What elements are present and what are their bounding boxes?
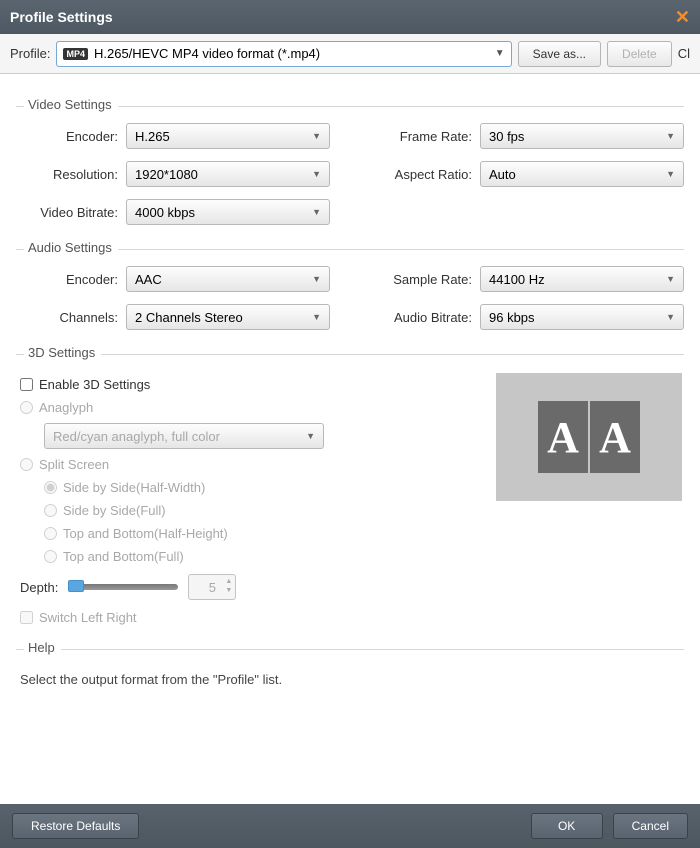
frame-rate-select[interactable]: 30 fps▼ [480, 123, 684, 149]
toolbar: Profile: MP4 H.265/HEVC MP4 video format… [0, 34, 700, 74]
preview-tile-right: A [590, 401, 640, 473]
slider-thumb[interactable] [68, 580, 84, 592]
help-section: Help Select the output format from the "… [16, 639, 684, 693]
chevron-down-icon: ▼ [666, 274, 675, 284]
titlebar: Profile Settings ✕ [0, 0, 700, 34]
restore-defaults-button[interactable]: Restore Defaults [12, 813, 139, 839]
sbs-half-radio [44, 481, 57, 494]
sbs-half-label: Side by Side(Half-Width) [63, 480, 205, 495]
sample-rate-select[interactable]: 44100 Hz▼ [480, 266, 684, 292]
chevron-down-icon: ▼ [666, 169, 675, 179]
video-encoder-label: Encoder: [16, 129, 126, 144]
anaglyph-radio [20, 401, 33, 414]
aspect-ratio-select[interactable]: Auto▼ [480, 161, 684, 187]
channels-select[interactable]: 2 Channels Stereo▼ [126, 304, 330, 330]
enable-3d-checkbox[interactable] [20, 378, 33, 391]
depth-label: Depth: [20, 580, 58, 595]
tb-half-label: Top and Bottom(Half-Height) [63, 526, 228, 541]
help-title: Help [24, 640, 61, 655]
split-screen-label: Split Screen [39, 457, 109, 472]
chevron-down-icon: ▼ [312, 169, 321, 179]
depth-spinner: 5 ▲▼ [188, 574, 236, 600]
video-settings-title: Video Settings [24, 97, 118, 112]
video-bitrate-label: Video Bitrate: [16, 205, 126, 220]
chevron-down-icon: ▼ [312, 207, 321, 217]
channels-label: Channels: [16, 310, 126, 325]
chevron-down-icon: ▼ [225, 586, 232, 595]
sbs-full-radio [44, 504, 57, 517]
cancel-button[interactable]: Cancel [613, 813, 688, 839]
switch-lr-checkbox [20, 611, 33, 624]
tb-half-radio [44, 527, 57, 540]
split-screen-radio [20, 458, 33, 471]
profile-value: H.265/HEVC MP4 video format (*.mp4) [94, 46, 320, 61]
audio-encoder-label: Encoder: [16, 272, 126, 287]
chevron-down-icon: ▼ [312, 274, 321, 284]
audio-settings-section: Audio Settings Encoder: AAC▼ Sample Rate… [16, 239, 684, 330]
tb-full-radio [44, 550, 57, 563]
help-text: Select the output format from the "Profi… [16, 666, 684, 693]
aspect-ratio-label: Aspect Ratio: [370, 167, 480, 182]
resolution-label: Resolution: [16, 167, 126, 182]
chevron-down-icon: ▼ [312, 131, 321, 141]
audio-encoder-select[interactable]: AAC▼ [126, 266, 330, 292]
tb-full-label: Top and Bottom(Full) [63, 549, 184, 564]
chevron-down-icon: ▼ [666, 131, 675, 141]
mp4-icon: MP4 [63, 48, 88, 60]
audio-bitrate-label: Audio Bitrate: [370, 310, 480, 325]
anaglyph-label: Anaglyph [39, 400, 93, 415]
delete-button: Delete [607, 41, 672, 67]
footer: Restore Defaults OK Cancel [0, 804, 700, 848]
video-bitrate-select[interactable]: 4000 kbps▼ [126, 199, 330, 225]
depth-slider[interactable] [68, 584, 178, 590]
anaglyph-type-select: Red/cyan anaglyph, full color▼ [44, 423, 324, 449]
3d-settings-title: 3D Settings [24, 345, 101, 360]
close-icon[interactable]: ✕ [675, 7, 690, 28]
3d-settings-section: 3D Settings A A Enable 3D Settings Anagl… [16, 344, 684, 625]
frame-rate-label: Frame Rate: [370, 129, 480, 144]
profile-select[interactable]: MP4 H.265/HEVC MP4 video format (*.mp4) … [56, 41, 511, 67]
sample-rate-label: Sample Rate: [370, 272, 480, 287]
video-encoder-select[interactable]: H.265▼ [126, 123, 330, 149]
profile-label: Profile: [10, 46, 50, 61]
enable-3d-label: Enable 3D Settings [39, 377, 150, 392]
sbs-full-label: Side by Side(Full) [63, 503, 166, 518]
audio-settings-title: Audio Settings [24, 240, 118, 255]
chevron-down-icon: ▼ [495, 48, 505, 59]
video-settings-section: Video Settings Encoder: H.265▼ Frame Rat… [16, 96, 684, 225]
switch-lr-label: Switch Left Right [39, 610, 137, 625]
chevron-down-icon: ▼ [666, 312, 675, 322]
audio-bitrate-select[interactable]: 96 kbps▼ [480, 304, 684, 330]
3d-preview: A A [496, 373, 682, 501]
resolution-select[interactable]: 1920*1080▼ [126, 161, 330, 187]
chevron-up-icon: ▲ [225, 577, 232, 586]
preview-tile-left: A [538, 401, 588, 473]
chevron-down-icon: ▼ [306, 431, 315, 441]
truncated-button[interactable]: Cl [678, 46, 690, 61]
window-title: Profile Settings [10, 9, 113, 25]
ok-button[interactable]: OK [531, 813, 603, 839]
chevron-down-icon: ▼ [312, 312, 321, 322]
save-as-button[interactable]: Save as... [518, 41, 601, 67]
